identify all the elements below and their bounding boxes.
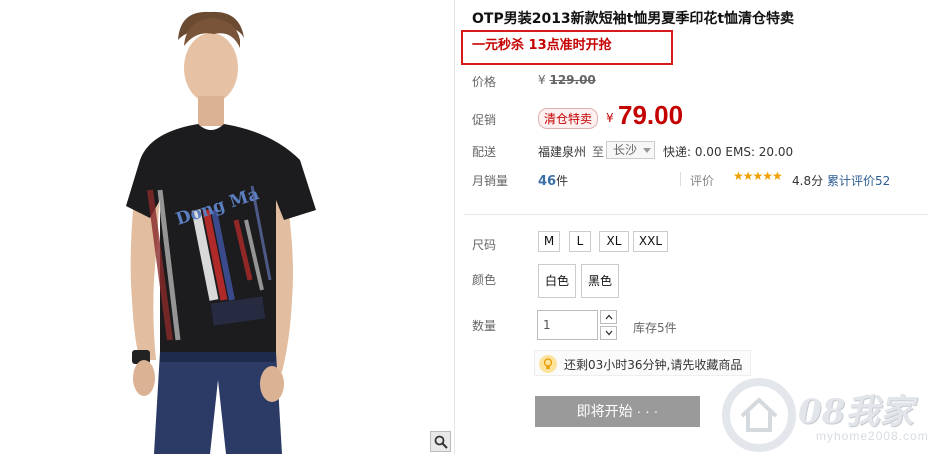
quantity-decrease-button[interactable] [600,326,617,340]
price-label: 价格 [472,75,497,89]
monthly-sales-label: 月销量 [472,174,509,188]
color-option-white[interactable]: 白色 [538,264,576,298]
color-option-black[interactable]: 黑色 [581,264,619,298]
star-rating-icon: ★★★★★ [733,169,783,183]
lightbulb-icon [539,355,557,373]
original-price: ¥ 129.00 [538,73,596,87]
quantity-increase-button[interactable] [600,310,617,324]
color-label: 颜色 [472,273,497,287]
clearance-badge: 清仓特卖 [538,108,599,129]
zoom-button[interactable] [430,431,451,452]
currency-symbol: ¥ [538,73,546,87]
chevron-up-icon [605,314,612,320]
divider [680,172,681,186]
size-label: 尺码 [472,238,497,252]
magnifier-icon [434,435,448,449]
destination-city-select[interactable]: 长沙 [606,141,655,159]
review-count-link[interactable]: 累计评价52 [827,172,890,189]
size-option-xxl[interactable]: XXL [633,231,668,252]
quantity-input[interactable] [537,310,598,340]
rating-score: 4.8分 [792,174,824,188]
product-info-panel: OTP男装2013新款短袖t恤男夏季印花t恤清仓特卖 一元秒杀 13点准时开抢 … [461,0,928,454]
ship-from: 福建泉州 [538,145,587,159]
quantity-label: 数量 [472,319,497,333]
original-price-value: 129.00 [549,73,596,87]
product-image-panel[interactable]: Dong Ma [0,0,455,454]
sale-currency-symbol: ¥ [606,111,614,125]
countdown-text: 还剩03小时36分钟,请先收藏商品 [564,358,743,372]
ship-to-word: 至 [592,145,605,159]
section-divider [464,214,928,215]
shipping-fees: 快递: 0.00 EMS: 20.00 [663,145,794,159]
destination-city: 长沙 [613,143,638,157]
sale-price: 79.00 [618,100,684,130]
flash-sale-notice: 一元秒杀 13点准时开抢 [472,38,612,53]
size-option-m[interactable]: M [538,231,560,252]
chevron-down-icon [605,330,612,336]
coming-soon-button[interactable]: 即将开始 · · · [535,396,700,427]
stock-count: 库存5件 [633,321,677,335]
monthly-sales: 46件 [538,172,568,189]
shipping-label: 配送 [472,145,497,159]
countdown-tip: 还剩03小时36分钟,请先收藏商品 [534,350,751,376]
size-option-l[interactable]: L [569,231,591,252]
chevron-down-icon [643,148,651,153]
monthly-sales-unit: 件 [556,174,569,188]
promo-label: 促销 [472,113,497,127]
rating-label: 评价 [690,174,715,188]
size-option-xl[interactable]: XL [599,231,629,252]
monthly-sales-count: 46 [538,174,557,189]
product-photo: Dong Ma [126,11,316,454]
product-title: OTP男装2013新款短袖t恤男夏季印花t恤清仓特卖 [472,11,795,27]
